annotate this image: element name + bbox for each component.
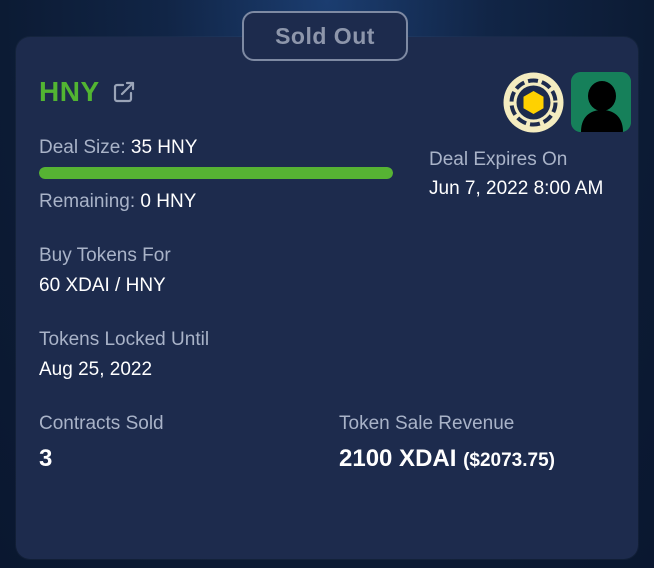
contracts-sold-value: 3 [39, 445, 53, 472]
honey-coin-icon [503, 72, 564, 133]
tokens-locked-label: Tokens Locked Until [39, 329, 210, 350]
token-symbol: HNY [39, 76, 100, 107]
deal-progress-bar [39, 167, 393, 179]
token-logos [503, 72, 631, 133]
deal-expires-block: Deal Expires On Jun 7, 2022 8:00 AM [429, 149, 603, 200]
revenue-value-row: 2100 XDAI ($2073.75) [339, 445, 555, 473]
buy-tokens-value: 60 XDAI / HNY [39, 275, 166, 296]
revenue-usd: ($2073.75) [463, 450, 555, 471]
token-header: HNY [39, 76, 136, 108]
revenue-value: 2100 XDAI [339, 445, 457, 472]
remaining-row: Remaining: 0 HNY [39, 191, 196, 213]
tokens-locked-block: Tokens Locked Until Aug 25, 2022 [39, 329, 209, 381]
contracts-sold-block: Contracts Sold 3 [39, 413, 164, 473]
tokens-locked-value: Aug 25, 2022 [39, 359, 153, 380]
revenue-block: Token Sale Revenue 2100 XDAI ($2073.75) [339, 413, 555, 473]
deal-expires-label: Deal Expires On [429, 149, 568, 170]
deal-progress-fill [39, 167, 393, 179]
external-link-icon[interactable] [112, 80, 136, 104]
deal-size-row: Deal Size: 35 HNY [39, 137, 197, 159]
revenue-label: Token Sale Revenue [339, 413, 515, 434]
silhouette-avatar-icon [571, 72, 631, 132]
remaining-value: 0 HNY [140, 191, 197, 212]
contracts-sold-label: Contracts Sold [39, 413, 164, 434]
deal-expires-value: Jun 7, 2022 8:00 AM [429, 178, 604, 199]
deal-size-value: 35 HNY [130, 137, 198, 158]
buy-tokens-block: Buy Tokens For 60 XDAI / HNY [39, 245, 171, 297]
buy-tokens-label: Buy Tokens For [39, 245, 171, 266]
sold-out-badge: Sold Out [242, 11, 408, 61]
deal-size-label: Deal Size: [39, 137, 126, 158]
remaining-label: Remaining: [39, 191, 136, 212]
